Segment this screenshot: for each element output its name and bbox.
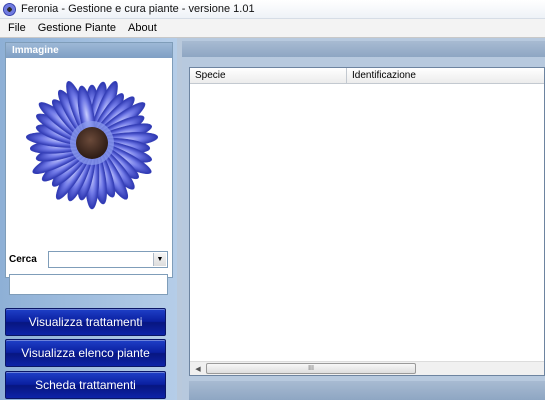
search-input[interactable] <box>9 274 168 295</box>
plants-list[interactable]: Specie Identificazione ◀ III <box>189 67 545 376</box>
view-treatments-button[interactable]: Visualizza trattamenti <box>5 308 166 336</box>
window-title: Feronia - Gestione e cura piante - versi… <box>21 3 255 15</box>
menu-gestione-piante[interactable]: Gestione Piante <box>32 22 122 34</box>
menu-bar: File Gestione Piante About <box>0 19 545 38</box>
right-panel-header <box>182 41 545 57</box>
bottom-panel-strip <box>189 381 545 400</box>
scroll-left-icon[interactable]: ◀ <box>191 363 205 375</box>
search-label: Cerca <box>9 254 37 265</box>
title-bar: Feronia - Gestione e cura piante - versi… <box>0 0 545 19</box>
view-plant-list-button[interactable]: Visualizza elenco piante <box>5 339 166 367</box>
column-header-specie[interactable]: Specie <box>190 68 347 84</box>
scroll-thumb[interactable]: III <box>206 363 416 374</box>
horizontal-scrollbar[interactable]: ◀ III <box>190 361 544 375</box>
treatment-sheet-button[interactable]: Scheda trattamenti <box>5 371 166 399</box>
flower-image <box>25 81 159 210</box>
right-panel: Specie Identificazione ◀ III <box>182 38 545 400</box>
column-header-identificazione[interactable]: Identificazione <box>347 68 544 84</box>
image-panel-header: Immagine <box>6 43 172 58</box>
menu-about[interactable]: About <box>122 22 163 34</box>
image-panel: Immagine <box>5 42 173 278</box>
menu-file[interactable]: File <box>2 22 32 34</box>
search-dropdown[interactable]: ▼ <box>48 251 168 268</box>
left-panel: Immagine Cerca ▼ Visualizza trattamenti … <box>0 38 177 400</box>
chevron-down-icon[interactable]: ▼ <box>153 253 166 266</box>
flower-app-icon[interactable] <box>3 2 16 16</box>
flower-center <box>76 127 108 159</box>
